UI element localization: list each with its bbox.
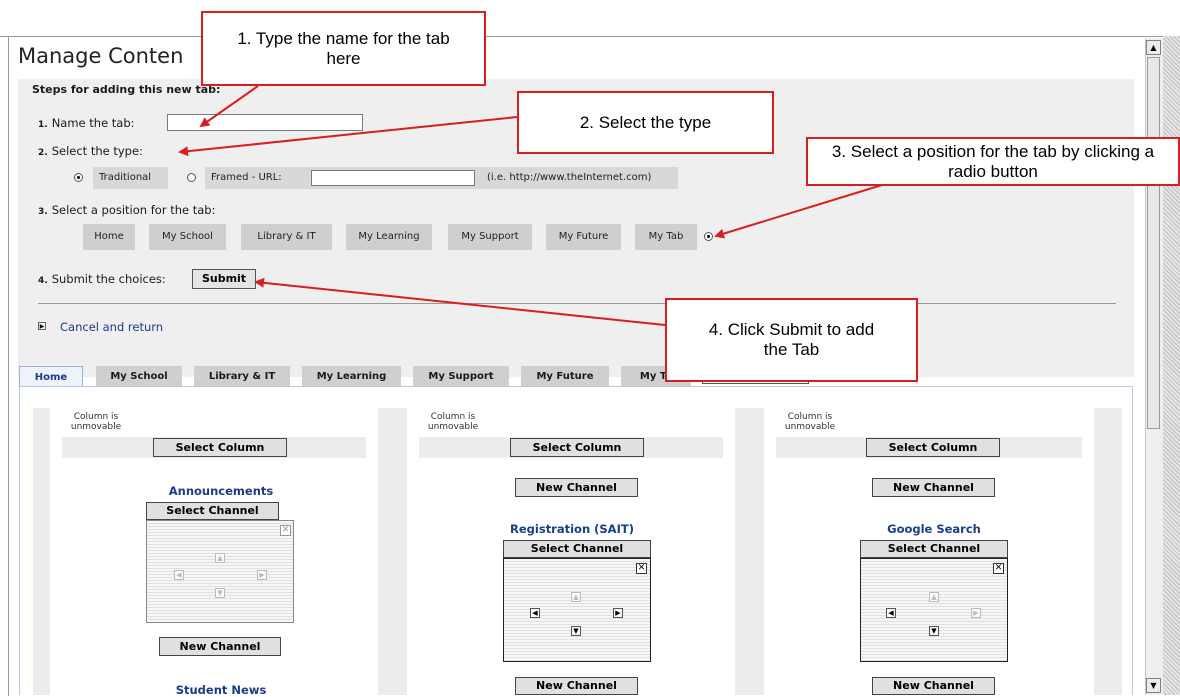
callout-name-tab: 1. Type the name for the tab here — [201, 11, 486, 86]
arrow-1 — [199, 85, 259, 128]
arrow-2 — [178, 116, 518, 157]
callout-submit: 4. Click Submit to add the Tab — [665, 298, 918, 382]
arrow-4 — [254, 277, 666, 326]
callout-select-type: 2. Select the type — [517, 91, 774, 154]
callout-select-position: 3. Select a position for the tab by clic… — [806, 137, 1180, 186]
arrow-3 — [714, 184, 883, 239]
